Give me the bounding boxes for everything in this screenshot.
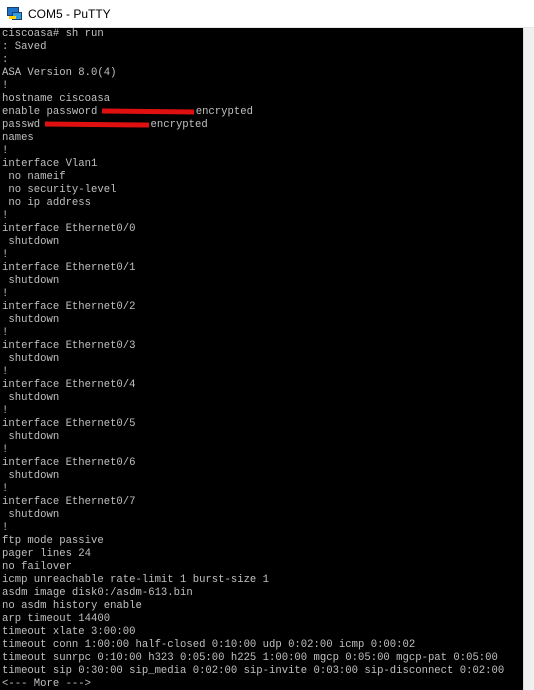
terminal-line: shutdown <box>2 236 60 248</box>
terminal-line: shutdown <box>2 392 60 404</box>
redaction-mark <box>101 108 194 115</box>
passwd-prefix: passwd <box>2 119 47 131</box>
terminal-line: interface Ethernet0/6 <box>2 457 136 469</box>
terminal-line-enable-password: enable password encrypted <box>0 106 523 119</box>
terminal-line: ! <box>2 405 9 417</box>
terminal-line: hostname ciscoasa <box>2 93 111 105</box>
terminal-line: interface Ethernet0/3 <box>2 340 136 352</box>
terminal-line: : <box>2 54 9 66</box>
terminal-line: shutdown <box>2 509 60 521</box>
terminal-line: ciscoasa# sh run <box>2 28 104 40</box>
terminal-line: shutdown <box>2 275 60 287</box>
terminal-line: interface Ethernet0/4 <box>2 379 136 391</box>
redaction-mark <box>44 121 149 128</box>
terminal-line: pager lines 24 <box>2 548 92 560</box>
vertical-scrollbar[interactable] <box>523 28 534 690</box>
title-bar[interactable]: COM5 - PuTTY <box>0 0 534 28</box>
terminal-line: ASA Version 8.0(4) <box>2 67 117 79</box>
terminal-line: ! <box>2 366 9 378</box>
terminal-line: names <box>2 132 34 144</box>
terminal-line: ! <box>2 444 9 456</box>
terminal-line: interface Vlan1 <box>2 158 98 170</box>
terminal-line: ! <box>2 249 9 261</box>
terminal-line: : Saved <box>2 41 47 53</box>
passwd-suffix: encrypted <box>150 119 208 131</box>
terminal-line: interface Ethernet0/1 <box>2 262 136 274</box>
putty-icon[interactable] <box>6 6 22 22</box>
terminal-line: shutdown <box>2 470 60 482</box>
terminal-line: ! <box>2 210 9 222</box>
enable-password-suffix: encrypted <box>195 106 253 118</box>
terminal-line: shutdown <box>2 314 60 326</box>
enable-password-prefix: enable password <box>2 106 104 118</box>
terminal-line: ! <box>2 145 9 157</box>
terminal-output[interactable]: ciscoasa# sh run : Saved : ASA Version 8… <box>0 28 523 690</box>
terminal-line: ! <box>2 80 9 92</box>
terminal-line: icmp unreachable rate-limit 1 burst-size… <box>2 574 270 586</box>
terminal-line: ! <box>2 522 9 534</box>
terminal-line: interface Ethernet0/5 <box>2 418 136 430</box>
terminal-line: no ip address <box>2 197 92 209</box>
terminal-line: no nameif <box>2 171 66 183</box>
terminal-line: interface Ethernet0/7 <box>2 496 136 508</box>
terminal-line: ! <box>2 327 9 339</box>
terminal-line: asdm image disk0:/asdm-613.bin <box>2 587 193 599</box>
terminal-line: shutdown <box>2 353 60 365</box>
window-title: COM5 - PuTTY <box>28 6 111 21</box>
terminal-line: no security-level <box>2 184 117 196</box>
terminal-line: timeout sunrpc 0:10:00 h323 0:05:00 h225… <box>2 652 498 664</box>
terminal-line: timeout sip 0:30:00 sip_media 0:02:00 si… <box>2 665 505 677</box>
terminal-line: no asdm history enable <box>2 600 142 612</box>
terminal-line: interface Ethernet0/0 <box>2 223 136 235</box>
terminal-line: arp timeout 14400 <box>2 613 111 625</box>
terminal-line: timeout xlate 3:00:00 <box>2 626 136 638</box>
putty-window: COM5 - PuTTY ciscoasa# sh run : Saved : … <box>0 0 534 690</box>
terminal-line: ftp mode passive <box>2 535 104 547</box>
terminal-line: interface Ethernet0/2 <box>2 301 136 313</box>
terminal-line: <--- More ---> <box>2 678 92 690</box>
terminal-line-passwd: passwd encrypted <box>0 119 523 132</box>
terminal-line: shutdown <box>2 431 60 443</box>
terminal-line: timeout conn 1:00:00 half-closed 0:10:00… <box>2 639 416 651</box>
terminal-line: ! <box>2 483 9 495</box>
terminal-line: ! <box>2 288 9 300</box>
terminal-line: no failover <box>2 561 72 573</box>
